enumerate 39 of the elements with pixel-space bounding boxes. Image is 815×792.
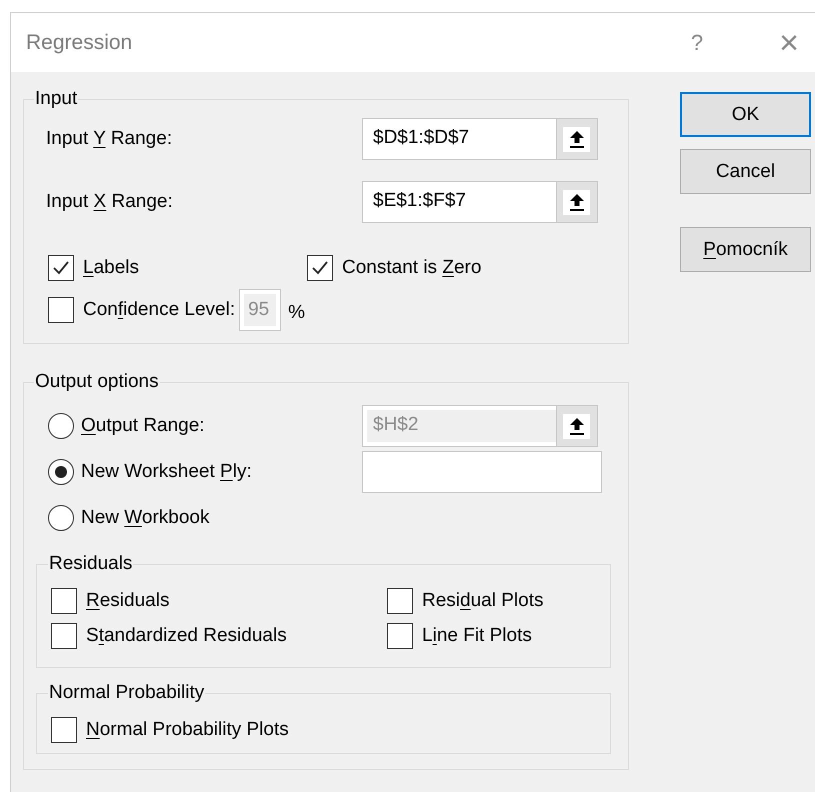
checkbox-label: Residual Plots (422, 590, 544, 612)
radio-button[interactable] (48, 505, 74, 531)
group-legend: Normal Probability (48, 682, 206, 704)
checkbox-label: Residuals (86, 590, 170, 612)
checkbox-label: Standardized Residuals (86, 624, 287, 646)
dialog-button[interactable]: Pomocník (680, 227, 811, 272)
checkbox[interactable] (48, 255, 74, 281)
range-picker-button[interactable] (556, 119, 597, 159)
group-legend: Input (34, 88, 78, 110)
checkbox-label: Constant is Zero (342, 257, 482, 279)
checkbox-label: Labels (83, 257, 139, 279)
help-button[interactable]: ? (690, 30, 704, 56)
group-legend: Residuals (48, 553, 134, 575)
radio-button[interactable] (48, 413, 74, 439)
range-field[interactable] (362, 451, 602, 493)
checkbox-label: Normal Probability Plots (86, 718, 289, 740)
checkbox[interactable] (387, 588, 413, 614)
dialog-button[interactable]: OK (680, 92, 811, 137)
field-label: Input Y Range: (46, 128, 174, 150)
radio-button[interactable] (48, 459, 74, 485)
close-button[interactable]: × (779, 26, 799, 60)
checkbox[interactable] (387, 622, 413, 648)
checkbox-label: Line Fit Plots (422, 624, 532, 646)
window-title: Regression (26, 30, 134, 54)
checkbox[interactable] (307, 255, 333, 281)
radio-label: Output Range: (81, 415, 206, 437)
group-legend: Output options (34, 371, 160, 393)
checkbox[interactable] (51, 716, 77, 742)
unit-label: % (288, 302, 305, 324)
range-field[interactable]: $D$1:$D$7 (362, 118, 598, 160)
range-picker-button[interactable] (556, 182, 597, 222)
checkbox-label: Confidence Level: (83, 299, 236, 321)
field-label: Input X Range: (46, 191, 174, 213)
checkbox[interactable] (51, 622, 77, 648)
dialog-button[interactable]: Cancel (680, 149, 811, 194)
radio-label: New Workbook (81, 507, 210, 529)
radio-label: New Worksheet Ply: (81, 461, 253, 483)
range-field[interactable]: $E$1:$F$7 (362, 181, 598, 223)
checkbox[interactable] (51, 588, 77, 614)
